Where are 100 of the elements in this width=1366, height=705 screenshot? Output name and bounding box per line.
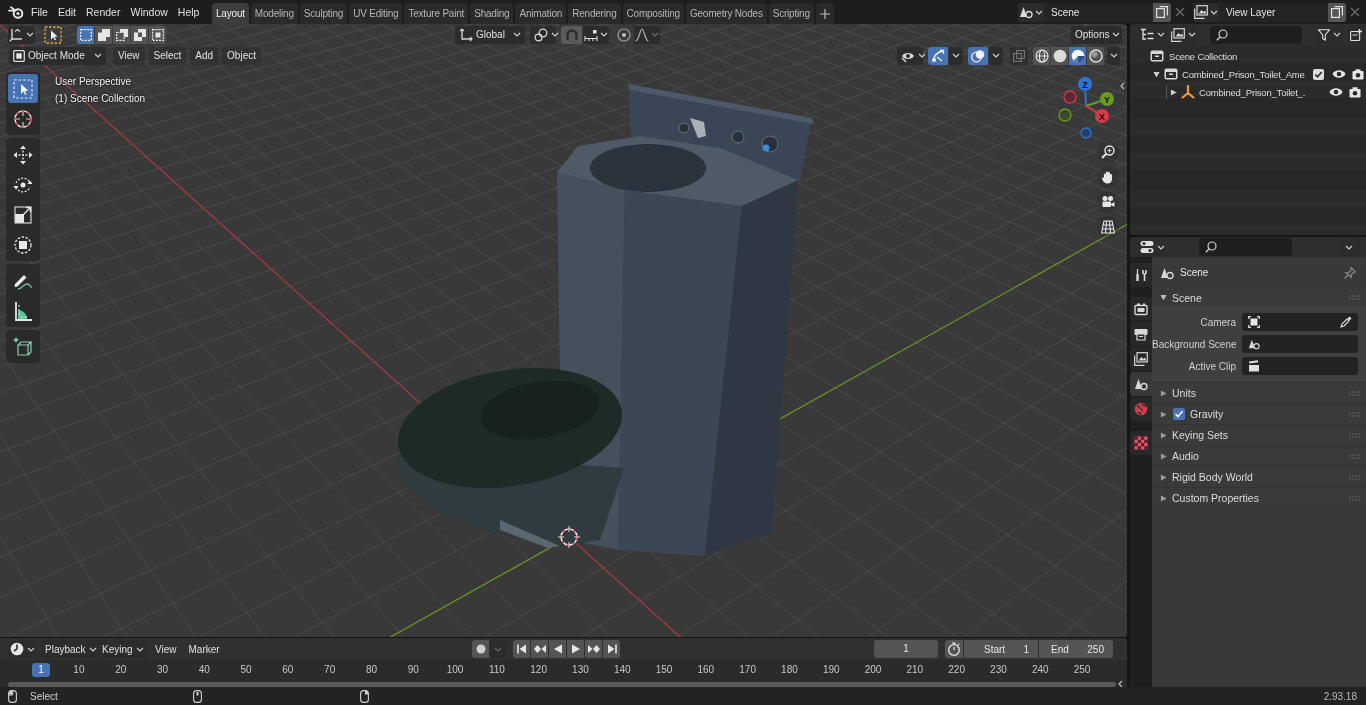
snap-toggle-button[interactable] <box>561 25 582 44</box>
start-frame-field[interactable]: Start 1 <box>964 640 1038 658</box>
mode-dropdown[interactable]: Object Mode <box>9 46 106 65</box>
timeline-dropdown[interactable]: Keying <box>98 640 148 658</box>
workspace-tab[interactable]: Sculpting <box>299 3 348 24</box>
pivot-point-dropdown[interactable] <box>530 25 556 44</box>
editor-type-button[interactable] <box>1138 238 1166 256</box>
properties-tab[interactable] <box>1130 347 1152 371</box>
new-view-layer-button[interactable] <box>1328 2 1346 22</box>
overlay-toggle-button[interactable] <box>968 46 988 65</box>
proportional-falloff-dropdown[interactable] <box>634 25 660 44</box>
3d-viewport[interactable]: Global Options Object Mode View Select Add Object User Perspective (1) Scene Collection Z Y X <box>0 24 1127 637</box>
camera-icon[interactable] <box>1351 68 1364 80</box>
scene-browse-button[interactable] <box>1018 2 1044 22</box>
menu-item[interactable]: Render <box>81 3 126 21</box>
workspace-tab[interactable]: UV Editing <box>349 3 403 24</box>
workspace-tab[interactable]: Scripting <box>768 3 814 24</box>
triangle-right-icon[interactable] <box>1170 88 1177 96</box>
active-tool-button[interactable] <box>43 24 63 45</box>
properties-tab[interactable] <box>1130 297 1152 321</box>
timeline-menu[interactable]: Marker <box>183 640 225 658</box>
workspace-tab[interactable]: Shading <box>470 3 514 24</box>
shading-mode-button[interactable] <box>1033 46 1050 65</box>
add-workspace-button[interactable] <box>815 3 834 24</box>
outliner-item-label[interactable]: Scene Collection <box>1169 50 1238 62</box>
app-logo-icon[interactable] <box>8 5 24 19</box>
negative-x-axis-handle[interactable] <box>1063 90 1077 104</box>
shading-mode-button[interactable] <box>1051 46 1068 65</box>
workspace-tab[interactable]: Animation <box>515 3 567 24</box>
outliner-item-label[interactable]: Combined_Prison_Toilet_. <box>1199 86 1306 98</box>
transform-orientation-dropdown[interactable]: Global <box>455 25 525 44</box>
axis-handle[interactable]: X <box>1085 105 1109 123</box>
close-icon[interactable] <box>1175 7 1185 17</box>
editor-type-button[interactable] <box>8 25 35 44</box>
menu-item[interactable]: File <box>26 3 53 21</box>
chevron-left-icon[interactable] <box>1120 82 1125 90</box>
options-dropdown[interactable]: Options <box>1071 25 1122 44</box>
3d-cursor-icon[interactable] <box>557 525 581 549</box>
timeline-dropdown[interactable]: Playback <box>41 640 97 658</box>
pin-icon[interactable] <box>1344 266 1356 279</box>
search-field[interactable] <box>1210 25 1302 44</box>
shading-mode-button[interactable] <box>1087 46 1104 65</box>
timeline-menu[interactable]: View <box>150 640 182 658</box>
end-frame-field[interactable]: End 250 <box>1039 640 1113 658</box>
header-menu[interactable]: Select <box>148 46 187 65</box>
view-layer-browse-button[interactable] <box>1193 2 1219 22</box>
panel-header[interactable]: Scene <box>1152 288 1366 307</box>
properties-tab[interactable] <box>1130 372 1152 396</box>
data-block-field[interactable] <box>1242 335 1358 353</box>
pan-button[interactable] <box>1097 166 1119 188</box>
shading-mode-button[interactable] <box>1069 46 1086 65</box>
menu-item[interactable]: Help <box>172 3 205 21</box>
eyedropper-icon[interactable] <box>1340 316 1352 328</box>
play-button[interactable] <box>567 640 584 658</box>
next-keyframe-button[interactable] <box>585 640 602 658</box>
camera-icon[interactable] <box>1349 86 1361 98</box>
editor-type-button[interactable] <box>9 640 36 658</box>
previous-keyframe-button[interactable] <box>531 640 548 658</box>
negative-z-axis-handle[interactable] <box>1080 127 1092 139</box>
header-menu[interactable]: View <box>113 46 145 65</box>
checkbox-icon[interactable] <box>1312 68 1324 80</box>
selectability-visibility-dropdown[interactable] <box>897 46 923 65</box>
axis-handle[interactable]: Y <box>1085 92 1114 107</box>
jump-to-start-button[interactable] <box>513 640 530 658</box>
overlay-options-dropdown[interactable] <box>989 46 1003 65</box>
scene-name-field[interactable]: Scene <box>1044 2 1153 22</box>
menu-item[interactable]: Edit <box>52 3 81 21</box>
current-frame-field[interactable]: 1 <box>874 640 938 658</box>
timeline-scrollbar[interactable] <box>8 681 1116 687</box>
x-ray-toggle-button[interactable] <box>1010 46 1028 65</box>
workspace-tab[interactable]: Layout <box>212 3 249 24</box>
workspace-tab[interactable]: Compositing <box>622 3 684 24</box>
workspace-tab[interactable]: Texture Paint <box>404 3 469 24</box>
preview-range-toggle[interactable] <box>945 640 963 658</box>
select-mode-button[interactable] <box>113 25 130 44</box>
jump-to-end-button[interactable] <box>603 640 620 658</box>
snap-target-dropdown[interactable] <box>583 25 609 44</box>
data-block-field[interactable] <box>1242 357 1358 375</box>
workspace-tab[interactable]: Geometry Nodes <box>685 3 767 24</box>
search-field[interactable] <box>1199 238 1292 256</box>
header-menu[interactable]: Object <box>222 46 261 65</box>
header-menu[interactable]: Add <box>190 46 219 65</box>
camera-view-button[interactable] <box>1097 191 1119 213</box>
select-mode-button[interactable] <box>131 25 148 44</box>
eye-icon[interactable] <box>1329 87 1343 97</box>
triangle-down-icon[interactable] <box>1153 70 1160 78</box>
workspace-tab[interactable]: Modeling <box>250 3 298 24</box>
perspective-toggle-button[interactable] <box>1097 216 1119 238</box>
axis-handle[interactable]: Z <box>1078 77 1092 107</box>
gizmo-toggle-button[interactable] <box>928 46 948 65</box>
menu-item[interactable]: Window <box>125 3 173 21</box>
outliner-item-label[interactable]: Combined_Prison_Toilet_Ame <box>1182 68 1305 80</box>
zoom-button[interactable] <box>1097 141 1119 163</box>
view-layer-name-field[interactable]: View Layer <box>1219 2 1328 22</box>
shading-options-dropdown[interactable] <box>1107 46 1120 65</box>
negative-y-axis-handle[interactable] <box>1058 108 1072 122</box>
play-reverse-button[interactable] <box>549 640 566 658</box>
eye-icon[interactable] <box>1331 69 1346 79</box>
workspace-tab[interactable]: Rendering <box>568 3 621 24</box>
close-icon[interactable] <box>1350 7 1360 17</box>
